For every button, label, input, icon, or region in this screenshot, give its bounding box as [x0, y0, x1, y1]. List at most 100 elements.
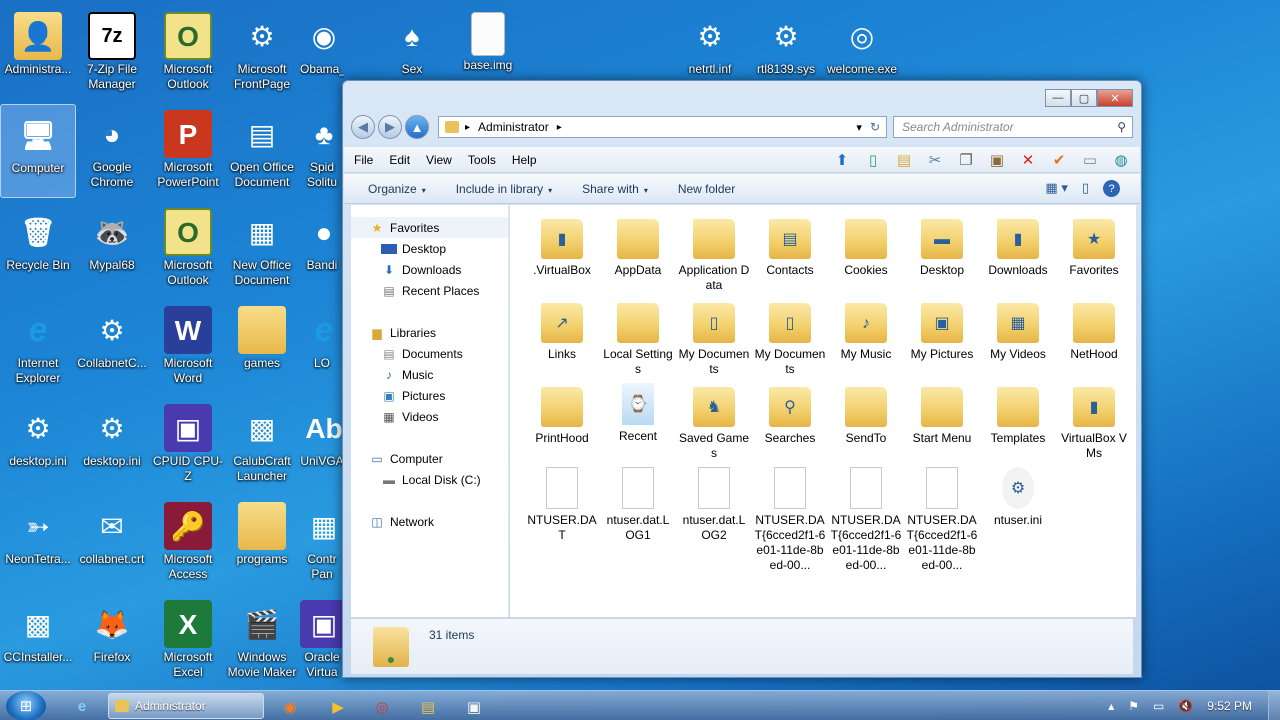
desktop-icon-microsoft-frontpage[interactable]: ⚙ Microsoft FrontPage: [224, 6, 300, 100]
start-button[interactable]: ⊞: [6, 691, 46, 720]
preview-pane-toggle-icon[interactable]: ▯: [1082, 180, 1089, 197]
desktop-icon-new-office-document[interactable]: ▦ New Office Document: [224, 202, 300, 296]
search-icon[interactable]: ⚲: [1117, 120, 1126, 134]
minimize-button[interactable]: —: [1045, 89, 1071, 107]
file-item[interactable]: ▮ .VirtualBox: [524, 213, 600, 297]
volume-icon[interactable]: 🔇: [1178, 699, 1193, 713]
desktop-icon-oracle-virtua[interactable]: ▣ Oracle Virtua: [300, 594, 344, 688]
menu-file[interactable]: File: [354, 153, 373, 167]
file-item[interactable]: ntuser.dat.LOG2: [676, 465, 752, 549]
file-item[interactable]: ⌚ Recent: [600, 381, 676, 465]
taskbar-ie-icon[interactable]: e: [70, 694, 94, 719]
show-desktop-button[interactable]: [1268, 691, 1280, 720]
file-item[interactable]: ♪ My Music: [828, 297, 904, 381]
nav-item-music[interactable]: ♪ Music: [351, 364, 508, 385]
new-folder-button[interactable]: New folder: [678, 182, 735, 196]
close-button[interactable]: ✕: [1097, 89, 1133, 107]
desktop-icon-windows-movie-maker[interactable]: 🎬 Windows Movie Maker: [224, 594, 300, 688]
file-item[interactable]: Templates: [980, 381, 1056, 465]
desktop-icon-internet-explorer[interactable]: e Internet Explorer: [0, 300, 76, 394]
file-item[interactable]: ▯ My Documents: [752, 297, 828, 381]
cut-icon[interactable]: ✂: [924, 149, 946, 171]
action-center-icon[interactable]: ⚑: [1128, 699, 1139, 713]
menu-view[interactable]: View: [426, 153, 452, 167]
desktop-icon-contr-pan[interactable]: ▦ Contr Pan: [300, 496, 344, 590]
delete-icon[interactable]: ✕: [1017, 149, 1039, 171]
file-item[interactable]: ♞ Saved Games: [676, 381, 752, 465]
desktop-icon-calubcraft-launcher[interactable]: ▩ CalubCraft Launcher: [224, 398, 300, 492]
desktop-icon-microsoft-access[interactable]: 🔑 Microsoft Access: [150, 496, 226, 590]
file-item[interactable]: NetHood: [1056, 297, 1132, 381]
file-item[interactable]: SendTo: [828, 381, 904, 465]
file-item[interactable]: AppData: [600, 213, 676, 297]
up-folder-icon[interactable]: ⬆: [831, 149, 853, 171]
desktop-icon-spid-solitu[interactable]: ♣ Spid Solitu: [300, 104, 344, 198]
refresh-icon[interactable]: ↻: [870, 120, 880, 134]
nav-item-pictures[interactable]: ▣ Pictures: [351, 385, 508, 406]
file-item[interactable]: Application Data: [676, 213, 752, 297]
taskbar-media-icon[interactable]: ▶: [326, 694, 350, 719]
desktop-icon-desktop-ini[interactable]: ⚙ desktop.ini: [0, 398, 76, 492]
file-item[interactable]: ★ Favorites: [1056, 213, 1132, 297]
desktop-icon-collabnetc[interactable]: ⚙ CollabnetC...: [74, 300, 150, 394]
maximize-button[interactable]: ▢: [1071, 89, 1097, 107]
file-item[interactable]: Start Menu: [904, 381, 980, 465]
file-item[interactable]: ▯ My Documents: [676, 297, 752, 381]
share-with-button[interactable]: Share with ▾: [582, 182, 648, 196]
desktop-icon-firefox[interactable]: 🦊 Firefox: [74, 594, 150, 688]
desktop-icon-microsoft-excel[interactable]: X Microsoft Excel: [150, 594, 226, 688]
change-view-icon[interactable]: ▦ ▾: [1045, 180, 1067, 197]
address-bar[interactable]: ▸ Administrator ▸ ▾ ↻: [438, 116, 887, 138]
desktop-icon-microsoft-word[interactable]: W Microsoft Word: [150, 300, 226, 394]
nav-item-downloads[interactable]: ⬇ Downloads: [351, 259, 508, 280]
nav-item-recent-places[interactable]: ▤ Recent Places: [351, 280, 508, 301]
file-item[interactable]: Local Settings: [600, 297, 676, 381]
menu-tools[interactable]: Tools: [468, 153, 496, 167]
taskbar-explorer-button[interactable]: Administrator: [108, 693, 264, 719]
file-item[interactable]: ▬ Desktop: [904, 213, 980, 297]
forward-button[interactable]: ▶: [378, 115, 402, 139]
file-item[interactable]: ▤ Contacts: [752, 213, 828, 297]
desktop-icon-programs[interactable]: programs: [224, 496, 300, 590]
file-item[interactable]: NTUSER.DAT{6cced2f1-6e01-11de-8bed-00...: [752, 465, 828, 572]
desktop-icon-recycle-bin[interactable]: 🗑 Recycle Bin: [0, 202, 76, 296]
nav-item-local-disk[interactable]: ▬ Local Disk (C:): [351, 469, 508, 490]
folder-options-icon[interactable]: ▤: [893, 149, 915, 171]
network-icon[interactable]: ▭: [1153, 699, 1164, 713]
file-item[interactable]: PrintHood: [524, 381, 600, 465]
desktop-icon-google-chrome[interactable]: ◕ Google Chrome: [74, 104, 150, 198]
desktop-icon-computer[interactable]: 🖥 Computer: [0, 104, 76, 198]
up-button[interactable]: ▲: [405, 115, 429, 139]
desktop-icon-collabnet-crt[interactable]: ✉ collabnet.crt: [74, 496, 150, 590]
nav-network[interactable]: ◫ Network: [351, 511, 508, 532]
globe-icon[interactable]: ◍: [1110, 149, 1132, 171]
desktop-icon-cpuid-cpu-z[interactable]: ▣ CPUID CPU-Z: [150, 398, 226, 492]
tray-expand-icon[interactable]: ▴: [1108, 699, 1114, 713]
desktop-icon-microsoft-outlook[interactable]: O Microsoft Outlook: [150, 202, 226, 296]
desktop-icon-obama-bro[interactable]: ◉ Obama_Bro...: [300, 6, 344, 100]
nav-libraries[interactable]: ▆ Libraries: [351, 322, 508, 343]
desktop-icon-bandi[interactable]: ● Bandi: [300, 202, 344, 296]
menu-edit[interactable]: Edit: [389, 153, 410, 167]
desktop-icon-games[interactable]: games: [224, 300, 300, 394]
nav-item-desktop[interactable]: Desktop: [351, 238, 508, 259]
desktop-icon-microsoft-outlook[interactable]: O Microsoft Outlook: [150, 6, 226, 100]
desktop-icon-open-office-document[interactable]: ▤ Open Office Document: [224, 104, 300, 198]
properties-icon[interactable]: ▭: [1079, 149, 1101, 171]
breadcrumb-administrator[interactable]: Administrator: [478, 120, 549, 134]
desktop-icon-ccinstaller[interactable]: ▩ CCInstaller...: [0, 594, 76, 688]
help-icon[interactable]: ?: [1103, 180, 1120, 197]
search-input[interactable]: Search Administrator ⚲: [893, 116, 1133, 138]
taskbar-app-icon[interactable]: ◎: [370, 694, 394, 719]
menu-help[interactable]: Help: [512, 153, 537, 167]
nav-computer[interactable]: ▭ Computer: [351, 448, 508, 469]
desktop-icon-univga[interactable]: Ab UniVGA: [300, 398, 344, 492]
file-item[interactable]: Cookies: [828, 213, 904, 297]
organize-button[interactable]: Organize ▾: [368, 182, 426, 196]
file-item[interactable]: ▮ Downloads: [980, 213, 1056, 297]
paste-icon[interactable]: ▣: [986, 149, 1008, 171]
file-item[interactable]: ⚙ ntuser.ini: [980, 465, 1056, 549]
copy-icon[interactable]: ❐: [955, 149, 977, 171]
file-item[interactable]: ntuser.dat.LOG1: [600, 465, 676, 549]
clock[interactable]: 9:52 PM: [1207, 699, 1252, 713]
